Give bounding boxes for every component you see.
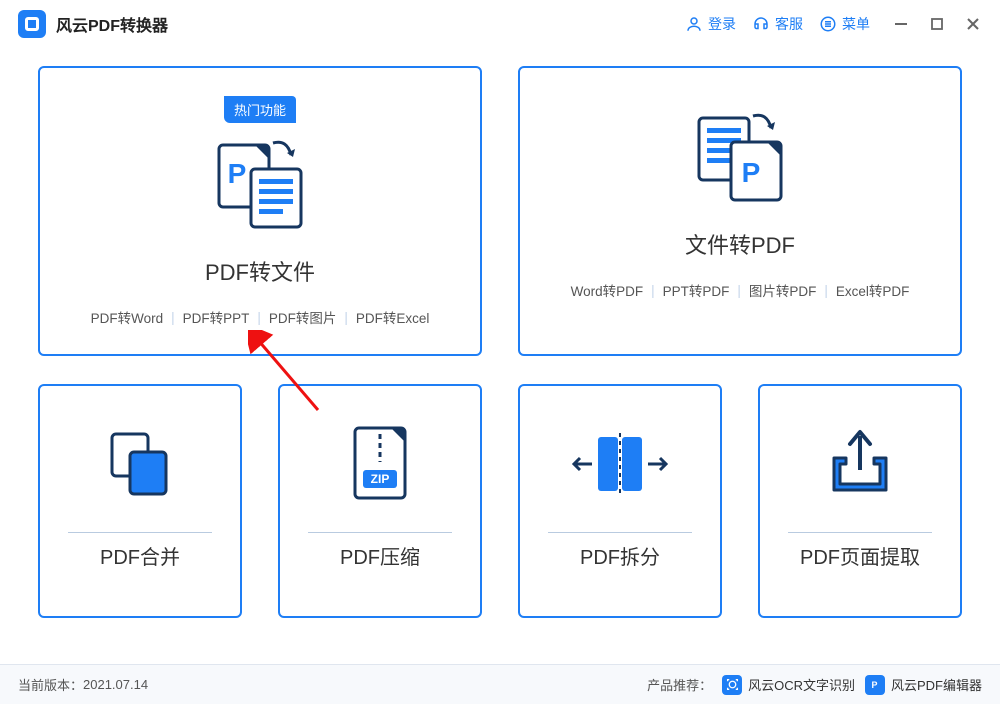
editor-badge-icon: P — [865, 675, 885, 695]
card-title: PDF压缩 — [340, 541, 420, 570]
close-button[interactable] — [964, 17, 982, 31]
login-label: 登录 — [708, 14, 736, 34]
menu-icon — [819, 15, 837, 33]
sub-item[interactable]: 图片转PDF — [749, 280, 817, 300]
app-logo — [18, 10, 46, 38]
titlebar: 风云PDF转换器 登录 客服 菜单 — [0, 0, 1000, 48]
card-pdf-compress[interactable]: ZIP PDF压缩 — [278, 384, 482, 618]
user-icon — [685, 15, 703, 33]
sub-item[interactable]: PPT转PDF — [663, 280, 730, 300]
headset-icon — [752, 15, 770, 33]
card-pdf-extract[interactable]: PDF页面提取 — [758, 384, 962, 618]
ocr-badge-icon — [722, 675, 742, 695]
compress-icon: ZIP — [345, 414, 415, 514]
sub-item[interactable]: PDF转PPT — [183, 307, 250, 327]
sub-item[interactable]: Excel转PDF — [836, 280, 910, 300]
sub-list: Word转PDF| PPT转PDF| 图片转PDF| Excel转PDF — [571, 280, 910, 300]
main-area: 热门功能 P PDF转文件 PDF转Word| PDF转PP — [0, 48, 1000, 618]
minimize-button[interactable] — [892, 17, 910, 31]
version-value: 2021.07.14 — [83, 677, 148, 692]
footer-app-ocr[interactable]: 风云OCR文字识别 — [722, 675, 855, 695]
hot-badge: 热门功能 — [224, 96, 296, 123]
card-title: PDF合并 — [100, 541, 180, 570]
support-label: 客服 — [775, 14, 803, 34]
sub-item[interactable]: PDF转图片 — [269, 307, 337, 327]
card-pdf-merge[interactable]: PDF合并 — [38, 384, 242, 618]
card-file-to-pdf[interactable]: P 文件转PDF Word转PDF| PPT转PDF| 图片转PDF| Exce… — [518, 66, 962, 356]
card-title: PDF页面提取 — [800, 541, 920, 570]
svg-text:P: P — [872, 680, 878, 690]
pdf-to-file-icon: P — [205, 123, 315, 243]
card-title: PDF拆分 — [580, 541, 660, 570]
card-pdf-split[interactable]: PDF拆分 — [518, 384, 722, 618]
sub-item[interactable]: PDF转Word — [91, 307, 164, 327]
maximize-button[interactable] — [928, 17, 946, 31]
app-title: 风云PDF转换器 — [56, 12, 168, 36]
card-title: PDF转文件 — [205, 255, 315, 287]
footer-app-editor[interactable]: P 风云PDF编辑器 — [865, 675, 982, 695]
recommend-label: 产品推荐： — [647, 675, 712, 694]
window-controls — [892, 17, 982, 31]
ocr-label: 风云OCR文字识别 — [748, 675, 855, 694]
footer: 当前版本： 2021.07.14 产品推荐： 风云OCR文字识别 P 风云PDF… — [0, 664, 1000, 704]
split-icon — [570, 414, 670, 514]
merge-icon — [100, 414, 180, 514]
svg-text:P: P — [228, 158, 247, 189]
version-label: 当前版本： — [18, 675, 83, 694]
support-link[interactable]: 客服 — [752, 14, 803, 34]
menu-link[interactable]: 菜单 — [819, 14, 870, 34]
file-to-pdf-icon: P — [685, 96, 795, 216]
zip-label: ZIP — [371, 472, 390, 486]
sub-item[interactable]: PDF转Excel — [356, 307, 430, 327]
login-link[interactable]: 登录 — [685, 14, 736, 34]
sub-item[interactable]: Word转PDF — [571, 280, 644, 300]
card-pdf-to-file[interactable]: 热门功能 P PDF转文件 PDF转Word| PDF转PP — [38, 66, 482, 356]
card-title: 文件转PDF — [685, 228, 795, 260]
svg-text:P: P — [742, 157, 761, 188]
extract-icon — [820, 414, 900, 514]
editor-label: 风云PDF编辑器 — [891, 675, 982, 694]
menu-label: 菜单 — [842, 14, 870, 34]
sub-list: PDF转Word| PDF转PPT| PDF转图片| PDF转Excel — [91, 307, 430, 327]
